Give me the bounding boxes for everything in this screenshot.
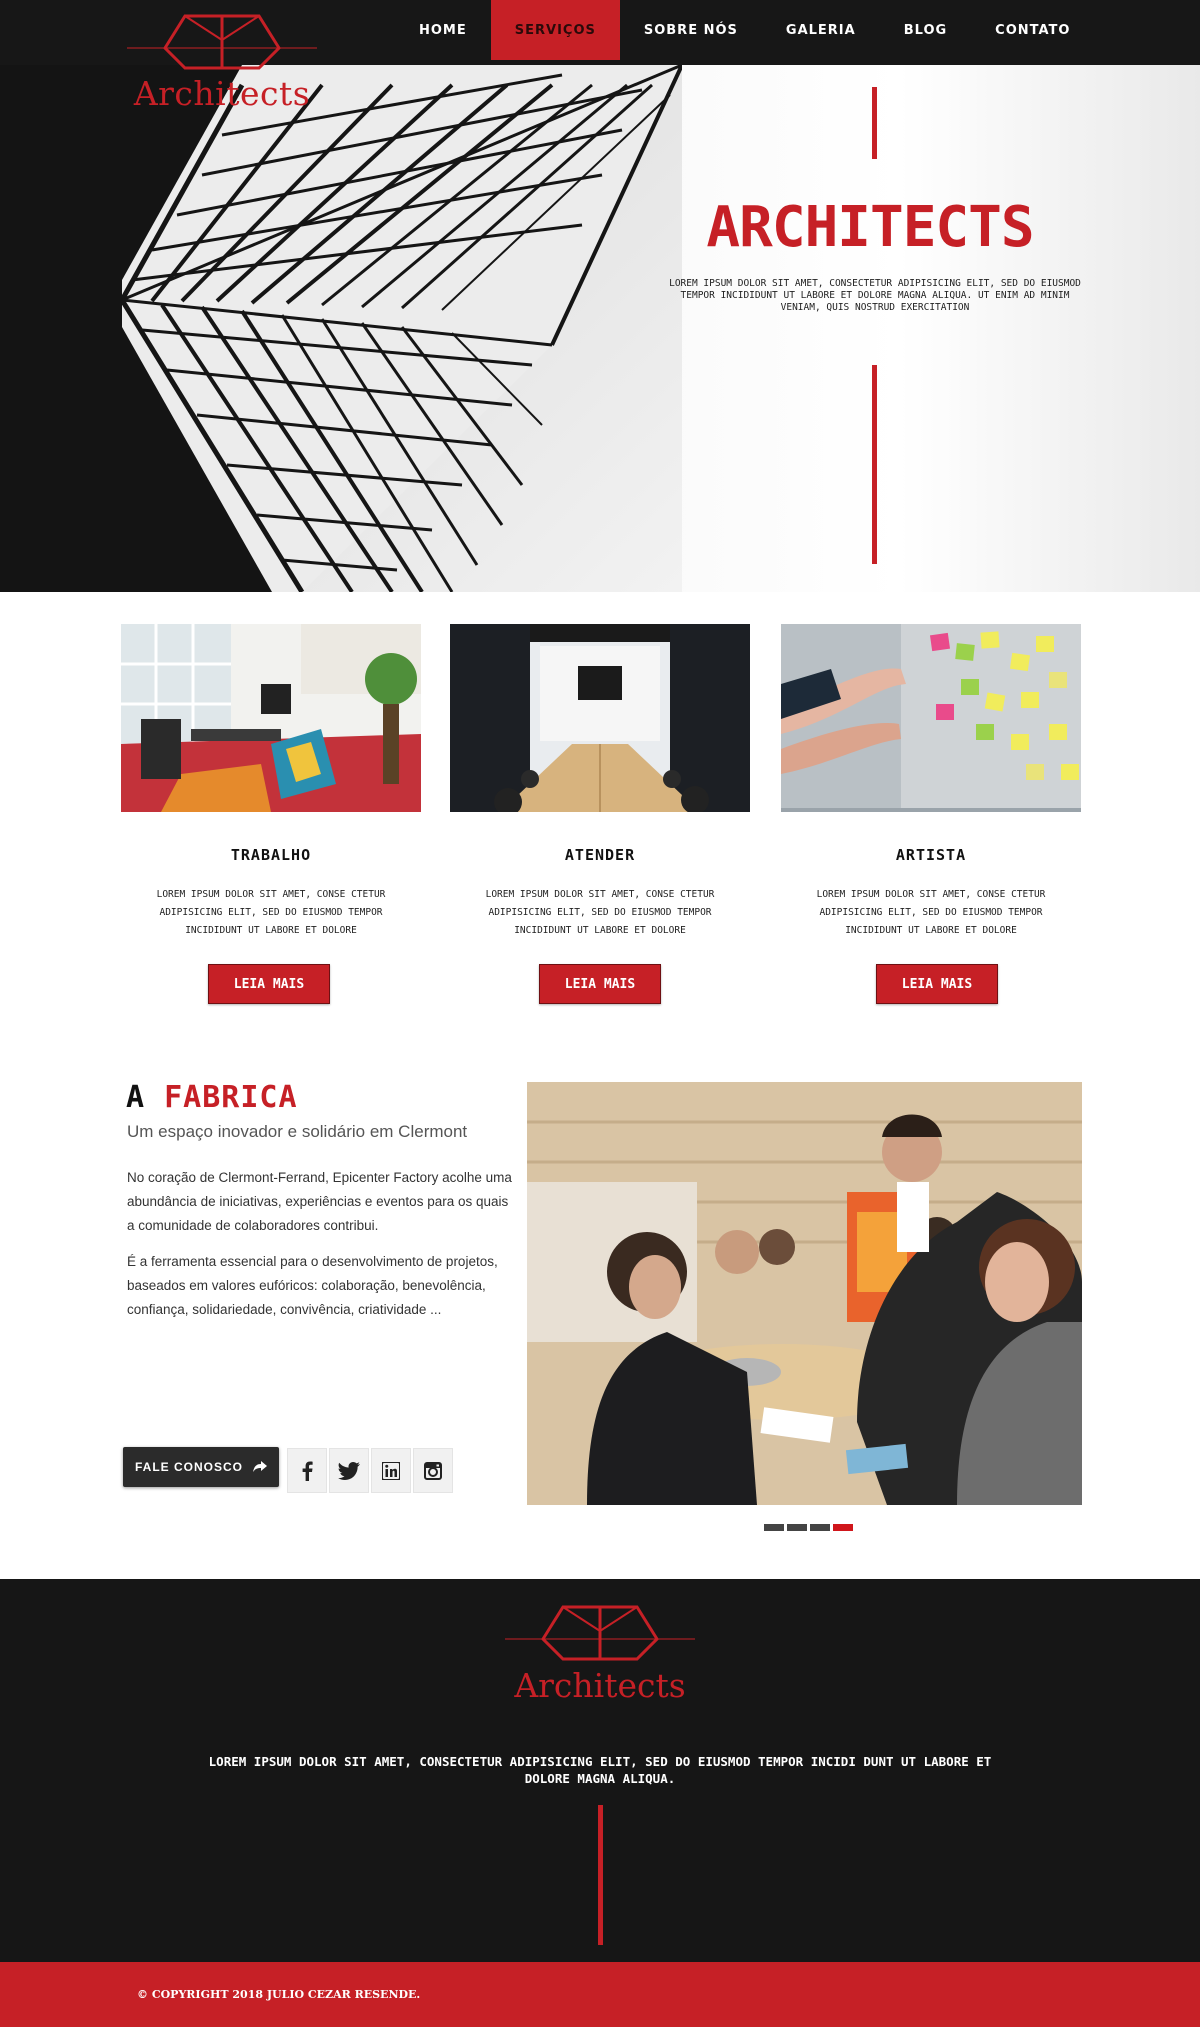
facebook-icon (302, 1461, 313, 1481)
linkedin-icon (382, 1461, 400, 1480)
hero-building-image (122, 65, 682, 592)
read-more-button[interactable]: LEIA MAIS (876, 964, 998, 1004)
fabrica-title-accent: FABRICA (164, 1080, 298, 1115)
logo-text: Architects (133, 74, 311, 113)
instagram-icon (424, 1461, 442, 1480)
nav-item-sobre-nos[interactable]: SOBRE NÓS (620, 0, 762, 60)
fabrica-paragraph: É a ferramenta essencial para o desenvol… (127, 1254, 498, 1317)
copyright-text: © COPYRIGHT 2018 JULIO CEZAR RESENDE. (137, 1988, 421, 2001)
footer-logo-text: Architects (514, 1666, 686, 1705)
slider-dot-active[interactable] (833, 1524, 853, 1531)
footer-logo[interactable]: Architects (505, 1601, 695, 1711)
nav-item-servicos[interactable]: SERVIÇOS (490, 0, 620, 60)
service-text: LOREM IPSUM DOLOR SIT AMET, CONSE CTETUR… (485, 889, 715, 936)
slider-dot[interactable] (810, 1524, 830, 1531)
fabrica-subtitle: Um espaço inovador e solidário em Clermo… (127, 1122, 468, 1141)
fabrica-paragraph: No coração de Clermont-Ferrand, Epicente… (127, 1170, 512, 1233)
nav-item-contato[interactable]: CONTATO (971, 0, 1094, 60)
nav-item-blog[interactable]: BLOG (880, 0, 971, 60)
service-card: ATENDER LOREM IPSUM DOLOR SIT AMET, CONS… (450, 624, 750, 1024)
slider-dot[interactable] (764, 1524, 784, 1531)
event-photo (527, 1082, 1082, 1505)
nav-item-home[interactable]: HOME (395, 0, 491, 60)
slider-dots (764, 1524, 853, 1531)
contact-button-label: FALE CONOSCO (134, 1460, 243, 1474)
social-links (287, 1448, 453, 1493)
slider-dot[interactable] (787, 1524, 807, 1531)
service-title: ARTISTA (895, 846, 967, 864)
nav-item-galeria[interactable]: GALERIA (762, 0, 880, 60)
fabrica-title: A FABRICA (126, 1080, 298, 1115)
hero-banner: ARCHITECTS LOREM IPSUM DOLOR SIT AMET, C… (0, 65, 1200, 592)
twitter-icon (338, 1461, 360, 1480)
copyright-bar: © COPYRIGHT 2018 JULIO CEZAR RESENDE. (0, 1962, 1200, 2027)
logo-mark-icon (127, 14, 317, 70)
fabrica-title-prefix: A (126, 1080, 146, 1115)
site-logo[interactable]: Architects (127, 10, 317, 120)
main-nav: HOME SERVIÇOS SOBRE NÓS GALERIA BLOG CON… (395, 0, 1094, 60)
service-title: TRABALHO (230, 846, 312, 864)
service-text: LOREM IPSUM DOLOR SIT AMET, CONSE CTETUR… (156, 889, 386, 936)
hero-title: ARCHITECTS (706, 195, 1034, 260)
service-text: LOREM IPSUM DOLOR SIT AMET, CONSE CTETUR… (816, 889, 1046, 936)
service-card: TRABALHO LOREM IPSUM DOLOR SIT AMET, CON… (121, 624, 421, 1024)
logo-mark-icon (505, 1605, 695, 1661)
site-footer: Architects LOREM IPSUM DOLOR SIT AMET, C… (0, 1579, 1200, 1962)
footer-text: LOREM IPSUM DOLOR SIT AMET, CONSECTETUR … (208, 1754, 992, 1786)
service-card: ARTISTA LOREM IPSUM DOLOR SIT AMET, CONS… (781, 624, 1081, 1024)
twitter-button[interactable] (329, 1448, 369, 1493)
meeting-room-image (450, 624, 750, 816)
instagram-button[interactable] (413, 1448, 453, 1493)
hero-divider-bottom (872, 365, 877, 564)
footer-divider (598, 1805, 603, 1945)
service-title: ATENDER (564, 846, 636, 864)
contact-button[interactable]: FALE CONOSCO (123, 1447, 279, 1487)
facebook-button[interactable] (287, 1448, 327, 1493)
linkedin-button[interactable] (371, 1448, 411, 1493)
share-arrow-icon (253, 1461, 267, 1472)
hero-text: LOREM IPSUM DOLOR SIT AMET, CONSECTETUR … (669, 278, 1081, 313)
read-more-button[interactable]: LEIA MAIS (539, 964, 661, 1004)
read-more-button[interactable]: LEIA MAIS (208, 964, 330, 1004)
office-workspace-image (121, 624, 421, 812)
hero-divider-top (872, 87, 877, 159)
sticky-notes-image (781, 624, 1081, 812)
